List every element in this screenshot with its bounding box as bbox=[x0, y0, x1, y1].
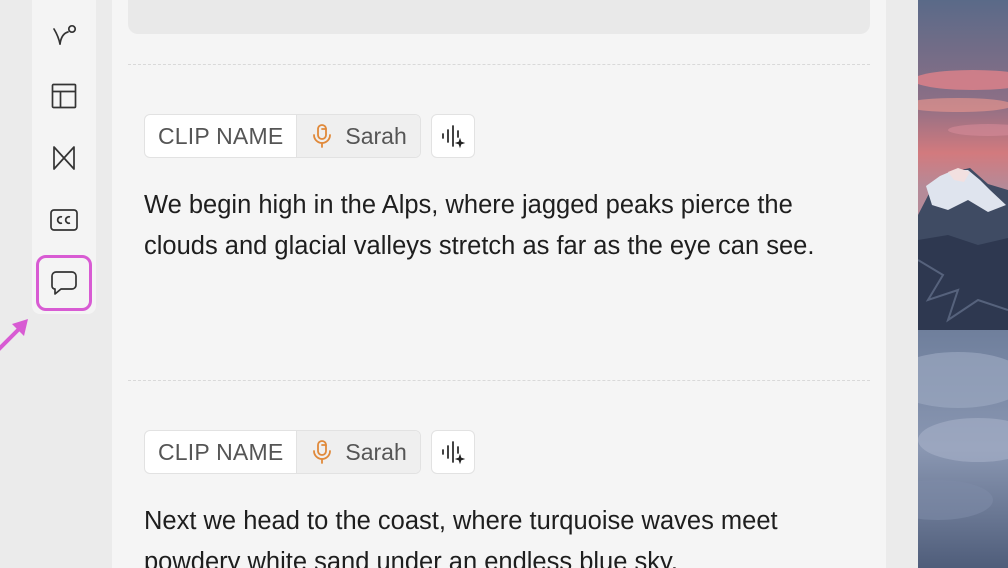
clip-script-text[interactable]: Next we head to the coast, where turquoi… bbox=[144, 501, 856, 568]
path-curve-icon bbox=[53, 24, 77, 45]
speech-bubble-icon bbox=[51, 271, 77, 295]
clip-name-field[interactable]: CLIP NAME bbox=[145, 115, 296, 157]
sparkle-waveform-icon bbox=[441, 125, 465, 149]
clip-item: CLIP NAME Sarah bbox=[144, 430, 856, 568]
video-preview-image bbox=[918, 0, 1008, 568]
clip-name-field[interactable]: CLIP NAME bbox=[145, 431, 296, 473]
annotation-arrow bbox=[0, 319, 28, 351]
clip-label-pill: CLIP NAME Sarah bbox=[144, 430, 421, 474]
speaker-name: Sarah bbox=[345, 438, 407, 465]
comments-button[interactable] bbox=[36, 255, 92, 311]
ai-voice-effect-button[interactable] bbox=[430, 114, 475, 158]
divider bbox=[128, 380, 870, 381]
script-panel: CLIP NAME Sarah We begin high in the Alp… bbox=[112, 0, 886, 568]
clip-header: CLIP NAME Sarah bbox=[144, 114, 856, 158]
transition-bowtie-icon bbox=[53, 146, 75, 170]
clip-script-text[interactable]: We begin high in the Alps, where jagged … bbox=[144, 185, 856, 266]
ai-voice-effect-button[interactable] bbox=[430, 430, 475, 474]
voice-mic-icon bbox=[311, 123, 333, 149]
clip-item: CLIP NAME Sarah bbox=[144, 114, 856, 266]
voice-mic-icon bbox=[311, 439, 333, 465]
previous-clip-box bbox=[128, 0, 870, 34]
layout-icon bbox=[51, 83, 77, 109]
speaker-name: Sarah bbox=[345, 122, 407, 149]
speaker-selector[interactable]: Sarah bbox=[296, 431, 420, 473]
tool-rail bbox=[32, 0, 96, 314]
transitions-button[interactable] bbox=[40, 134, 88, 182]
divider bbox=[128, 64, 870, 65]
clip-label-pill: CLIP NAME Sarah bbox=[144, 114, 421, 158]
curve-tool-button[interactable] bbox=[40, 10, 88, 58]
sparkle-waveform-icon bbox=[441, 441, 465, 465]
cc-icon bbox=[50, 209, 78, 231]
speaker-selector[interactable]: Sarah bbox=[296, 115, 420, 157]
layout-button[interactable] bbox=[40, 72, 88, 120]
captions-button[interactable] bbox=[40, 196, 88, 244]
clip-header: CLIP NAME Sarah bbox=[144, 430, 856, 474]
editor-screen: CLIP NAME Sarah We begin high in the Alp… bbox=[0, 0, 1008, 568]
